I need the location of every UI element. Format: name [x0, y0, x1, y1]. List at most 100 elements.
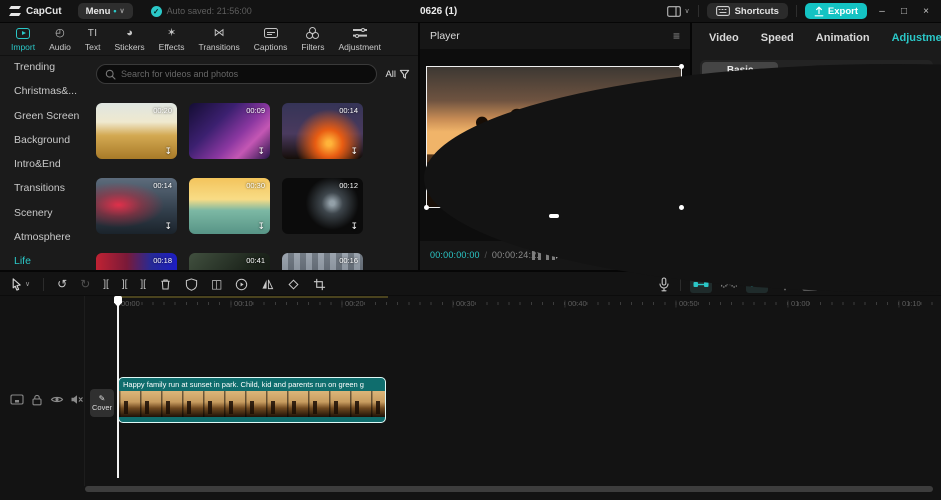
text-icon: TI — [87, 27, 98, 39]
capcut-logo-icon — [9, 6, 21, 16]
playhead[interactable] — [117, 296, 119, 478]
layout-switcher-button[interactable]: ∨ — [667, 5, 690, 17]
video-thumbnail[interactable]: 00:18 — [96, 253, 177, 270]
export-button[interactable]: Export — [804, 3, 867, 19]
download-icon[interactable]: ↧ — [257, 146, 265, 157]
video-thumbnail[interactable]: 00:20 ↧ — [96, 103, 177, 159]
ruler-label: 00:50 — [675, 299, 698, 308]
shortcuts-button[interactable]: Shortcuts — [706, 3, 788, 19]
delete-button[interactable] — [159, 278, 172, 291]
rotate-diamond-icon — [288, 278, 299, 290]
clip-caption: Happy family run at sunset in park. Chil… — [123, 380, 364, 389]
select-tool-button[interactable]: ∨ — [10, 277, 30, 291]
tab-label: Filters — [301, 41, 325, 52]
mirror-button[interactable] — [261, 278, 274, 290]
redo-button[interactable]: ↻ — [80, 277, 90, 291]
thumb-duration: 00:30 — [246, 181, 265, 190]
download-icon[interactable]: ↧ — [350, 221, 358, 232]
search-bar[interactable] — [96, 64, 378, 84]
tab-filters[interactable]: Filters — [294, 23, 331, 56]
video-thumbnail[interactable]: 00:14 ↧ — [96, 178, 177, 234]
split-button[interactable]: ][ — [103, 279, 109, 290]
selection-handle[interactable] — [424, 205, 429, 210]
sidebar-item-intro-end[interactable]: Intro&End — [14, 158, 88, 170]
delete-left-button[interactable]: ][ — [122, 279, 128, 290]
menu-button[interactable]: Menu • ∨ — [77, 3, 133, 19]
delete-right-button[interactable]: ][ — [140, 279, 146, 290]
export-label: Export — [827, 5, 858, 17]
microphone-icon — [659, 276, 669, 291]
player-menu-icon[interactable]: ≡ — [673, 29, 680, 43]
selection-handle[interactable] — [679, 64, 684, 69]
tab-import[interactable]: Import — [4, 23, 42, 56]
sidebar-item-life[interactable]: Life — [14, 255, 88, 267]
sidebar-item-green-screen[interactable]: Green Screen — [14, 110, 88, 122]
sidebar-item-christmas[interactable]: Christmas&... — [14, 85, 88, 97]
search-input[interactable] — [121, 69, 369, 79]
timeline-ruler[interactable]: 00:00 00:10 00:20 00:30 00:40 00:50 01:0… — [85, 296, 941, 314]
rotate-button[interactable] — [287, 278, 300, 291]
video-thumbnail[interactable]: 00:30 ↧ — [189, 178, 270, 234]
rotate-handle[interactable] — [549, 214, 559, 218]
thumb-duration: 00:14 — [339, 106, 358, 115]
tab-transitions[interactable]: ⋈ Transitions — [192, 23, 247, 56]
tab-speed[interactable]: Speed — [761, 32, 794, 44]
undo-button[interactable]: ↺ — [57, 277, 67, 291]
video-preview[interactable] — [424, 64, 941, 292]
cover-button[interactable]: ✎ Cover — [90, 389, 114, 417]
download-icon[interactable]: ↧ — [350, 146, 358, 157]
minimize-button[interactable]: – — [875, 6, 889, 17]
tab-adjustment[interactable]: Adjustment — [892, 32, 941, 44]
thumb-duration: 00:18 — [153, 256, 172, 265]
thumbnail-grid: 00:20 ↧ 00:09 ↧ 00:14 ↧ 00:14 ↧ 00:30 ↧ … — [96, 103, 366, 270]
selection-handle[interactable] — [679, 205, 684, 210]
tab-label: Text — [84, 41, 101, 52]
speed-button[interactable] — [235, 278, 248, 291]
tab-audio[interactable]: ◴ Audio — [42, 23, 78, 56]
tab-effects[interactable]: ✶ Effects — [152, 23, 192, 56]
shortcuts-label: Shortcuts — [734, 5, 779, 17]
player-stage — [420, 49, 941, 292]
main-track-icon[interactable] — [10, 393, 24, 406]
tab-animation[interactable]: Animation — [816, 32, 870, 44]
lock-track-icon[interactable] — [30, 393, 44, 406]
video-thumbnail[interactable]: 00:16 — [282, 253, 363, 270]
download-icon[interactable]: ↧ — [164, 221, 172, 232]
effects-icon: ✶ — [166, 26, 177, 39]
timeline-clip[interactable]: Happy family run at sunset in park. Chil… — [118, 377, 386, 423]
horizontal-scrollbar[interactable] — [85, 486, 933, 492]
filter-label: All — [385, 68, 396, 80]
mute-track-icon[interactable] — [70, 393, 84, 406]
mask-button[interactable] — [185, 277, 198, 291]
sidebar-item-atmosphere[interactable]: Atmosphere — [14, 231, 88, 243]
tab-captions[interactable]: Captions — [247, 23, 295, 56]
download-icon[interactable]: ↧ — [164, 146, 172, 157]
maximize-button[interactable]: □ — [897, 6, 911, 17]
close-button[interactable]: × — [919, 6, 933, 17]
import-icon — [16, 27, 31, 39]
keyboard-icon — [715, 6, 730, 16]
hide-track-icon[interactable] — [50, 393, 64, 406]
sidebar-item-trending[interactable]: Trending — [14, 61, 88, 73]
media-panel: Import ◴ Audio TI Text ◕ Stickers ✶ Effe… — [0, 23, 418, 270]
sidebar-item-transitions[interactable]: Transitions — [14, 182, 88, 194]
tab-video[interactable]: Video — [709, 32, 739, 44]
overlay-button[interactable]: ◫ — [211, 277, 222, 291]
video-thumbnail[interactable]: 00:14 ↧ — [282, 103, 363, 159]
adjustment-icon — [352, 27, 367, 39]
video-thumbnail[interactable]: 00:41 — [189, 253, 270, 270]
download-icon[interactable]: ↧ — [257, 221, 265, 232]
sidebar-item-scenery[interactable]: Scenery — [14, 207, 88, 219]
tab-stickers[interactable]: ◕ Stickers — [107, 23, 151, 56]
chevron-down-icon: ∨ — [119, 8, 125, 15]
tab-adjustment[interactable]: Adjustment — [331, 23, 388, 56]
video-thumbnail[interactable]: 00:09 ↧ — [189, 103, 270, 159]
video-thumbnail[interactable]: 00:12 ↧ — [282, 178, 363, 234]
chevron-down-icon: ∨ — [25, 281, 31, 288]
tab-text[interactable]: TI Text — [78, 23, 108, 56]
crop-button[interactable] — [313, 278, 326, 291]
filter-control[interactable]: All — [385, 69, 410, 80]
track-controls — [10, 393, 84, 406]
sidebar-item-background[interactable]: Background — [14, 134, 88, 146]
record-voiceover-button[interactable] — [657, 276, 671, 292]
